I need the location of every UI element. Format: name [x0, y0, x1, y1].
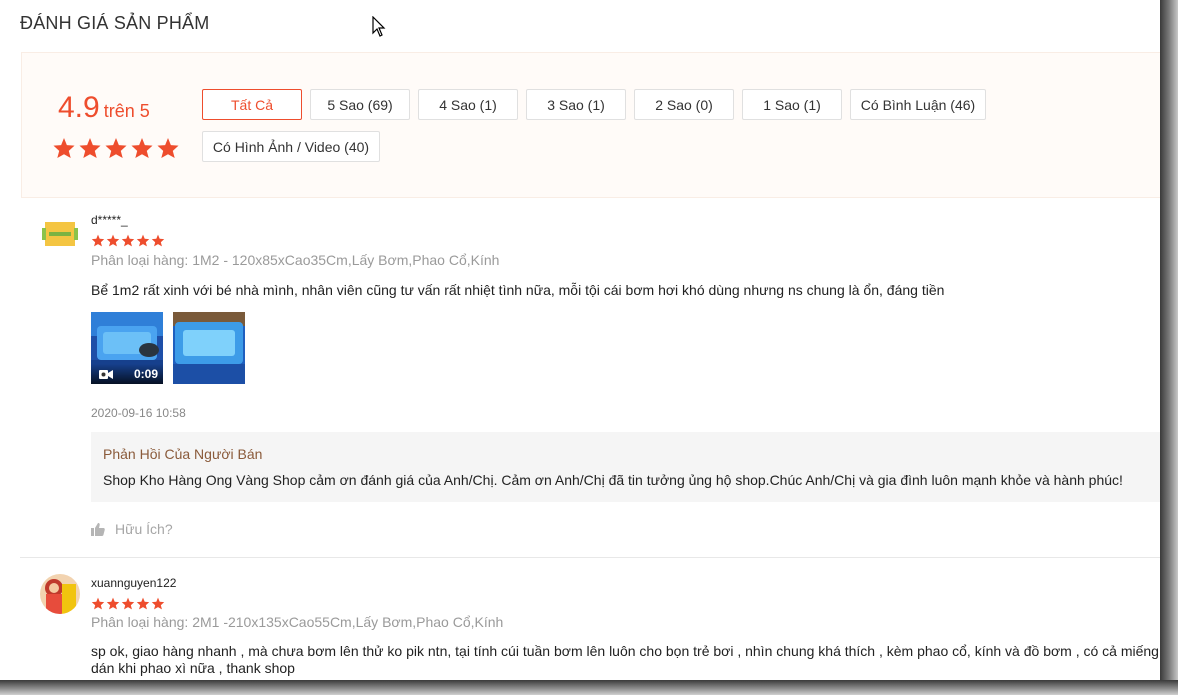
filter-with-comment-button[interactable]: Có Bình Luận (46) — [850, 89, 986, 120]
star-icon — [136, 234, 150, 247]
rating-score-value: 4.9 — [58, 91, 100, 124]
star-icon — [106, 234, 120, 247]
rating-stars — [52, 137, 180, 159]
review-variant: Phân loại hàng: 2M1 -210x135xCao55Cm,Lấy… — [91, 614, 504, 630]
reviewer-name: xuannguyen122 — [91, 576, 177, 590]
review-text: Bể 1m2 rất xinh với bé nhà mình, nhân vi… — [91, 282, 945, 298]
avatar[interactable] — [40, 574, 80, 614]
seller-reply-text: Shop Kho Hàng Ong Vàng Shop cảm ơn đánh … — [103, 472, 1123, 488]
divider — [20, 557, 1160, 558]
review-stars — [91, 597, 165, 610]
mouse-cursor-icon — [372, 16, 386, 37]
star-icon — [157, 137, 179, 159]
star-icon — [79, 137, 101, 159]
rating-score-suffix: trên 5 — [103, 101, 150, 121]
thumbs-up-icon — [91, 523, 105, 536]
review-text-line: sp ok, giao hàng nhanh , mà chưa bơm lên… — [91, 643, 1159, 659]
section-title: ĐÁNH GIÁ SẢN PHẨM — [20, 13, 210, 33]
star-icon — [91, 597, 105, 610]
review-stars — [91, 234, 165, 247]
review-variant: Phân loại hàng: 1M2 - 120x85xCao35Cm,Lấy… — [91, 252, 500, 268]
helpful-button[interactable]: Hữu Ích? — [91, 521, 173, 537]
star-icon — [121, 234, 135, 247]
review-timestamp: 2020-09-16 10:58 — [91, 406, 186, 420]
filter-with-media-button[interactable]: Có Hình Ảnh / Video (40) — [202, 131, 380, 162]
filter-4-star-button[interactable]: 4 Sao (1) — [418, 89, 518, 120]
filter-5-star-button[interactable]: 5 Sao (69) — [310, 89, 410, 120]
star-icon — [136, 597, 150, 610]
review-video-thumbnail[interactable]: 0:09 — [91, 312, 163, 384]
avatar[interactable] — [40, 214, 80, 254]
seller-reply-title: Phản Hồi Của Người Bán — [103, 446, 263, 462]
review-image-thumbnail[interactable] — [173, 312, 245, 384]
star-icon — [106, 597, 120, 610]
star-icon — [105, 137, 127, 159]
frame-edge-bottom — [0, 680, 1178, 695]
product-reviews-panel: ĐÁNH GIÁ SẢN PHẨM 4.9 trên 5 Tất Cả 5 Sao… — [0, 0, 1160, 680]
star-icon — [151, 597, 165, 610]
reviewer-name: d*****_ — [91, 213, 128, 227]
rating-summary: 4.9 trên 5 Tất Cả 5 Sao (69) 4 Sao (1) 3 … — [21, 52, 1160, 198]
review-text-line: dán khi phao xì nữa , thank shop — [91, 660, 295, 676]
rating-score: 4.9 trên 5 — [58, 91, 150, 125]
filter-2-star-button[interactable]: 2 Sao (0) — [634, 89, 734, 120]
star-icon — [91, 234, 105, 247]
star-icon — [53, 137, 75, 159]
helpful-label: Hữu Ích? — [115, 521, 173, 537]
filter-1-star-button[interactable]: 1 Sao (1) — [742, 89, 842, 120]
star-icon — [151, 234, 165, 247]
frame-edge-right — [1160, 0, 1178, 695]
star-icon — [121, 597, 135, 610]
seller-reply: Phản Hồi Của Người Bán Shop Kho Hàng Ong… — [91, 432, 1160, 502]
video-camera-icon — [99, 370, 113, 379]
video-duration: 0:09 — [133, 367, 158, 381]
filter-3-star-button[interactable]: 3 Sao (1) — [526, 89, 626, 120]
filter-all-button[interactable]: Tất Cả — [202, 89, 302, 120]
star-icon — [131, 137, 153, 159]
